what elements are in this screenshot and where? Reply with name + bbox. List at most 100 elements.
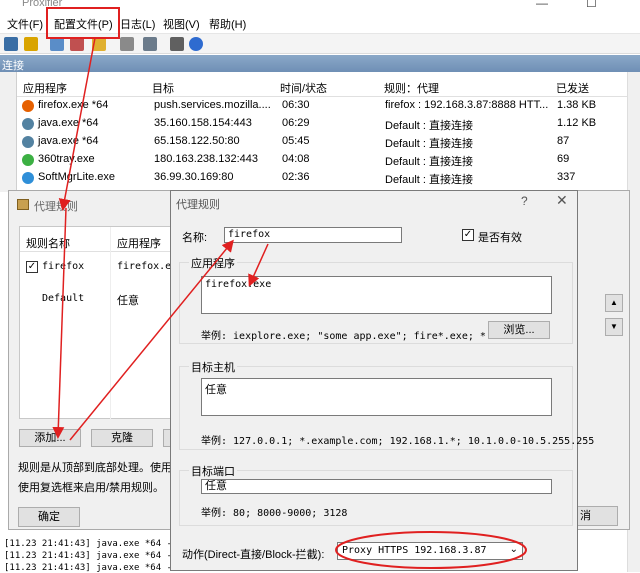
target-hosts-label: 目标主机	[189, 359, 237, 375]
clone-rule-button[interactable]: 克隆	[91, 429, 153, 447]
col-rule-app[interactable]: 应用程序	[117, 235, 161, 251]
log-line: [11.23 21:41:43] java.exe *64 - 1	[4, 551, 183, 561]
connect-icon[interactable]	[4, 37, 18, 51]
col-target[interactable]: 目标	[152, 80, 174, 96]
toolbar	[0, 34, 640, 54]
cell-sent: 1.12 KB	[557, 117, 597, 129]
action-label: 动作(Direct-直接/Block-拦截):	[182, 549, 325, 561]
print-icon[interactable]	[170, 37, 184, 51]
target-ports-field[interactable]: 任意	[201, 479, 552, 494]
col-rule-name[interactable]: 规则名称	[26, 235, 70, 251]
log-line: [11.23 21:41:43] java.exe *64 - 1	[4, 539, 183, 549]
ok-button[interactable]: 确定	[18, 507, 80, 527]
help-icon[interactable]: ?	[521, 194, 528, 208]
log-panel: [11.23 21:41:43] java.exe *64 - 1 [11.23…	[0, 535, 183, 573]
cell-sent: 1.38 KB	[557, 99, 597, 111]
table-row[interactable]: 360tray.exe 180.163.238.132:443 04:08 De…	[17, 151, 627, 169]
title-bar: Proxifier — ☐	[0, 0, 640, 12]
close-icon[interactable]: ✕	[556, 192, 568, 209]
cell-app: 360tray.exe	[38, 153, 95, 165]
cell-time: 04:08	[282, 153, 310, 165]
java-icon	[22, 118, 34, 130]
cell-time: 06:29	[282, 117, 310, 129]
advanced-icon[interactable]	[120, 37, 134, 51]
java-icon	[22, 136, 34, 148]
rule-name: firefox	[42, 261, 85, 272]
cell-target: 35.160.158.154:443	[154, 117, 252, 129]
rules-window-title: 代理规则	[34, 201, 78, 213]
profile-icon[interactable]	[24, 37, 38, 51]
menu-bar: 文件(F) 配置文件(P) 日志(L) 视图(V) 帮助(H)	[0, 12, 640, 34]
add-rule-button[interactable]: 添加...	[19, 429, 81, 447]
move-down-button[interactable]: ▼	[605, 318, 623, 336]
col-rule[interactable]: 规则：代理	[384, 80, 439, 96]
menu-view[interactable]: 视图(V)	[163, 16, 200, 32]
table-row[interactable]: SoftMgrLite.exe 36.99.30.169:80 02:36 De…	[17, 169, 627, 187]
menu-log[interactable]: 日志(L)	[120, 16, 155, 32]
cancel-button[interactable]: 消	[578, 506, 618, 526]
cell-time: 06:30	[282, 99, 310, 111]
rules-description: 规则是从顶部到底部处理。使用右	[18, 462, 183, 474]
cell-app: SoftMgrLite.exe	[38, 171, 116, 183]
rule-edit-dialog: 代理规则 ? ✕ 名称: firefox ✓ 是否有效 应用程序 firefox…	[170, 190, 594, 571]
firefox-icon	[22, 100, 34, 112]
softmgr-icon	[22, 172, 34, 184]
table-row[interactable]: firefox.exe *64 push.services.mozilla...…	[17, 97, 627, 115]
proxy-rules-icon[interactable]	[70, 37, 84, 51]
cell-app: java.exe *64	[38, 135, 99, 147]
copy-icon[interactable]	[143, 37, 157, 51]
cell-rule: Default : 直接连接	[385, 174, 474, 186]
cell-target: 65.158.122.50:80	[154, 135, 240, 147]
cell-target: 36.99.30.169:80	[154, 171, 234, 183]
col-app[interactable]: 应用程序	[23, 80, 67, 96]
cell-rule: firefox : 192.168.3.87:8888 HTT...	[385, 99, 549, 111]
cell-app: java.exe *64	[38, 117, 99, 129]
action-select[interactable]: Proxy HTTPS 192.168.3.87 ⌄	[337, 542, 523, 560]
dialog-title: 代理规则	[176, 199, 220, 211]
cell-rule: Default : 直接连接	[385, 120, 474, 132]
help-icon[interactable]	[189, 37, 203, 51]
browse-button[interactable]: 浏览...	[488, 321, 550, 339]
name-resolution-icon[interactable]	[92, 37, 106, 51]
rules-list: 规则名称 应用程序 ✓ firefox firefox.exe Default …	[19, 226, 183, 420]
connections-header: 连接	[0, 55, 640, 72]
chevron-down-icon: ⌄	[509, 544, 518, 555]
applications-field[interactable]: firefox.exe	[201, 276, 552, 314]
cell-rule: Default : 直接连接	[385, 138, 474, 150]
enabled-label: 是否有效	[478, 232, 522, 244]
target-hosts-field[interactable]: 任意	[201, 378, 552, 416]
rule-row[interactable]: ✓ firefox firefox.exe	[20, 259, 183, 277]
applications-label: 应用程序	[189, 255, 237, 271]
left-strip	[0, 72, 17, 192]
minimize-icon[interactable]: —	[536, 0, 548, 10]
cell-time: 05:45	[282, 135, 310, 147]
move-up-button[interactable]: ▲	[605, 294, 623, 312]
window-title: Proxifier	[22, 0, 63, 9]
proxy-servers-icon[interactable]	[50, 37, 64, 51]
maximize-icon[interactable]: ☐	[586, 0, 597, 10]
rule-app: 任意	[117, 295, 139, 307]
col-sent[interactable]: 已发送	[556, 80, 589, 96]
menu-help[interactable]: 帮助(H)	[209, 16, 246, 32]
rules-window-icon	[17, 199, 29, 210]
connections-table: 应用程序 目标 时间/状态 规则：代理 已发送 firefox.exe *64 …	[17, 72, 627, 194]
cell-target: push.services.mozilla....	[154, 99, 271, 111]
name-field[interactable]: firefox	[224, 227, 402, 243]
360tray-icon	[22, 154, 34, 166]
table-row[interactable]: java.exe *64 35.160.158.154:443 06:29 De…	[17, 115, 627, 133]
rule-name: Default	[42, 293, 85, 304]
cell-sent: 337	[557, 171, 576, 183]
connections-header-label: 连接	[2, 60, 24, 72]
cell-sent: 87	[557, 135, 570, 147]
enabled-checkbox[interactable]: ✓	[462, 229, 474, 241]
table-row[interactable]: java.exe *64 65.158.122.50:80 05:45 Defa…	[17, 133, 627, 151]
target-ports-label: 目标端口	[189, 463, 237, 479]
cell-time: 02:36	[282, 171, 310, 183]
rule-row[interactable]: Default 任意	[20, 291, 172, 309]
col-time[interactable]: 时间/状态	[280, 80, 327, 96]
rule-enabled-checkbox[interactable]: ✓	[26, 261, 38, 273]
cell-sent: 69	[557, 153, 570, 165]
menu-file[interactable]: 文件(F)	[7, 16, 43, 32]
rules-description-2: 使用复选框来启用/禁用规则。	[18, 482, 165, 494]
menu-profile[interactable]: 配置文件(P)	[54, 16, 113, 32]
